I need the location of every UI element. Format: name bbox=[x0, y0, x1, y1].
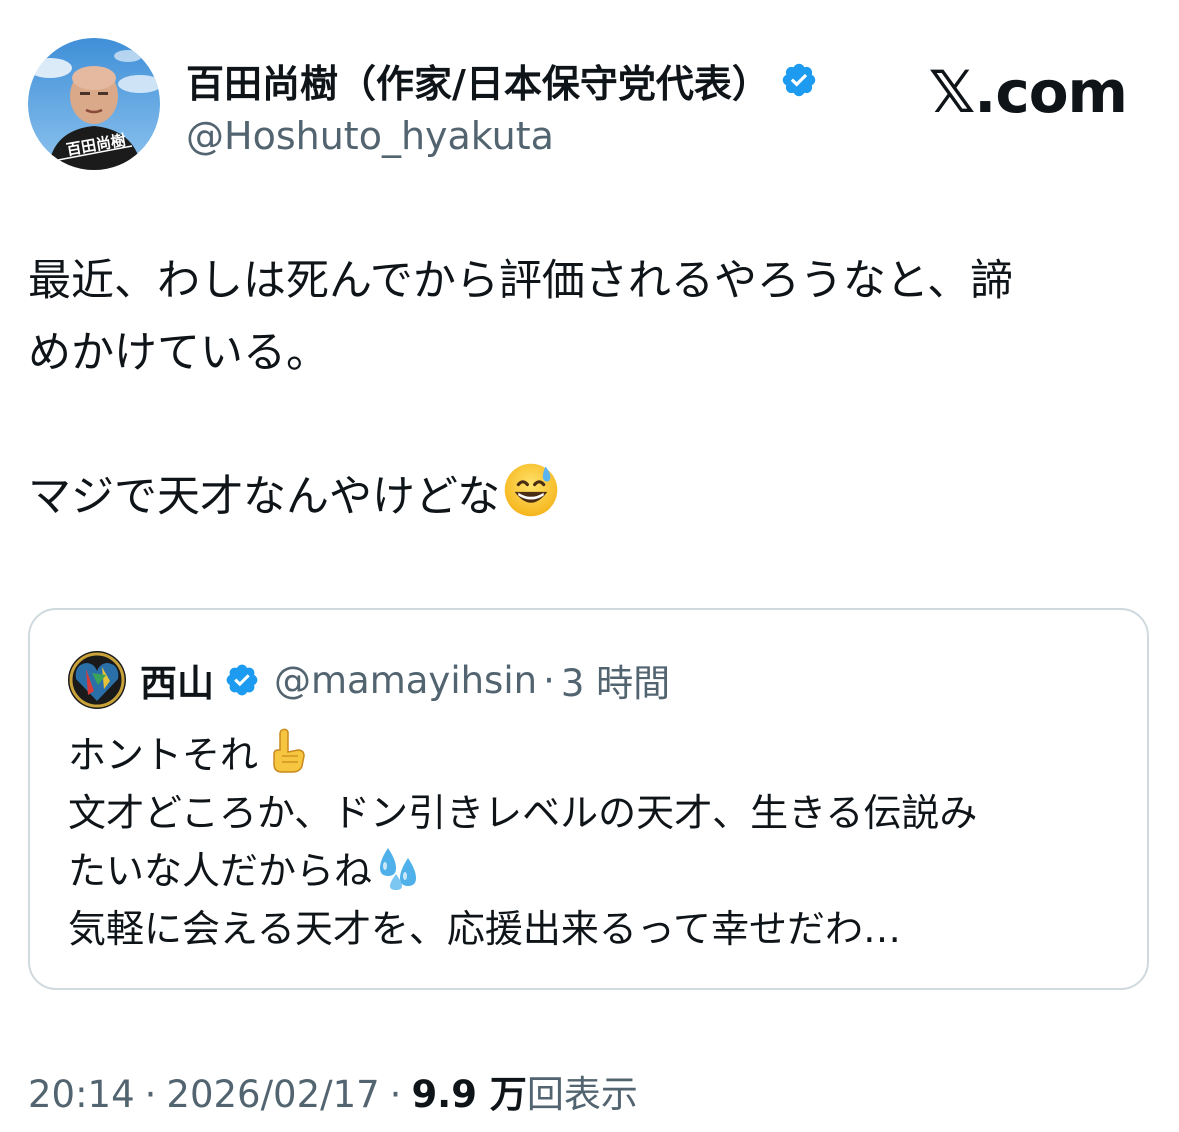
author-name[interactable]: 百田尚樹（作家/日本保守党代表） bbox=[186, 53, 770, 108]
author-name-row: 百田尚樹（作家/日本保守党代表） bbox=[186, 52, 818, 108]
quoted-tweet-line: ホントそれ bbox=[68, 726, 1128, 784]
grinning-face-with-sweat-icon bbox=[504, 463, 558, 517]
quoted-line-text: ホントそれ bbox=[68, 733, 259, 777]
separator-dot: · bbox=[543, 658, 555, 702]
quoted-tweet-card[interactable]: 西山 @mamayihsin · 3 時間 ホントそれ 文才どころか、ドン引きレ… bbox=[28, 608, 1149, 990]
sweat-droplets-icon bbox=[380, 848, 417, 890]
tweet-line: マジで天才なんやけどな bbox=[28, 472, 501, 522]
quoted-tweet-line: 文才どころか、ドン引きレベルの天才、生きる伝説み bbox=[68, 791, 978, 835]
pointing-up-finger-icon bbox=[273, 728, 305, 773]
tweet-body: 最近、わしは死んでから評価されるやろうなと、諦 めかけている。 マジで天才なんや… bbox=[28, 245, 1138, 533]
quoted-tweet-header: 西山 @mamayihsin · 3 時間 bbox=[68, 651, 670, 709]
quoted-author-handle[interactable]: @mamayihsin bbox=[274, 659, 537, 702]
views-count[interactable]: 9.9 万 bbox=[411, 1064, 526, 1118]
quoted-tweet-time[interactable]: 3 時間 bbox=[561, 653, 670, 707]
tweet-line: 最近、わしは死んでから評価されるやろうなと、諦 bbox=[28, 256, 1014, 306]
tweet-line: めかけている。 bbox=[28, 328, 329, 378]
tweet-header: 百田尚樹 百田尚樹（作家/日本保守党代表） @Hoshuto_hyakuta 𝕏… bbox=[28, 38, 1151, 172]
tweet-footer: 20:14 · 2026/02/17 · 9.9 万 回表示 bbox=[28, 1064, 638, 1118]
quoted-tweet-line: たいな人だからね bbox=[68, 842, 1128, 900]
quoted-author-avatar[interactable] bbox=[68, 651, 126, 709]
x-com-logo: 𝕏.com bbox=[928, 58, 1128, 126]
views-label: 回表示 bbox=[526, 1073, 638, 1116]
quoted-author-name[interactable]: 西山 bbox=[140, 653, 214, 707]
tweet-time[interactable]: 20:14 bbox=[28, 1073, 135, 1116]
author-avatar[interactable]: 百田尚樹 bbox=[28, 38, 160, 170]
separator-dot: · bbox=[389, 1073, 402, 1116]
quoted-tweet-line: 気軽に会える天才を、応援出来るって幸せだわ… bbox=[68, 907, 901, 951]
tweet-date[interactable]: 2026/02/17 bbox=[166, 1073, 379, 1116]
verified-badge-icon bbox=[782, 63, 816, 97]
quoted-tweet-body: ホントそれ 文才どころか、ドン引きレベルの天才、生きる伝説み たいな人だからね … bbox=[68, 726, 1128, 958]
separator-dot: · bbox=[144, 1073, 157, 1116]
verified-badge-icon bbox=[226, 664, 258, 696]
author-handle[interactable]: @Hoshuto_hyakuta bbox=[186, 114, 554, 158]
quoted-line-text: たいな人だからね bbox=[68, 849, 373, 893]
